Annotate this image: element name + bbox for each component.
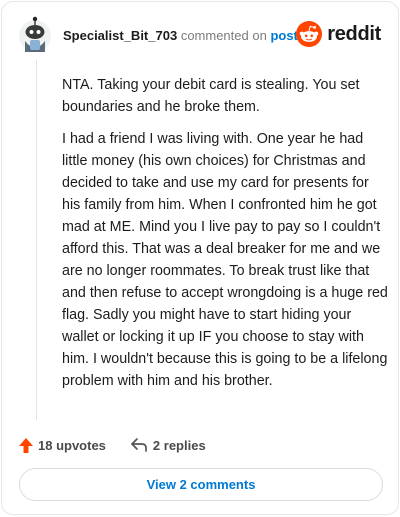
username-link[interactable]: Specialist_Bit_703 xyxy=(63,28,177,43)
reddit-snoo-icon xyxy=(296,21,323,47)
upvote-button[interactable]: 18 upvotes xyxy=(18,437,106,454)
reddit-logo[interactable]: reddit xyxy=(296,21,381,47)
comment-body: NTA. Taking your debit card is stealing.… xyxy=(62,74,390,402)
comment-paragraph: I had a friend I was living with. One ye… xyxy=(62,131,388,389)
comment-byline: Specialist_Bit_703 commented on post xyxy=(63,28,298,43)
action-text: commented on xyxy=(180,28,267,43)
snoo-avatar-icon xyxy=(19,16,51,52)
replies-button[interactable]: 2 replies xyxy=(130,437,206,453)
upvotes-count: 18 upvotes xyxy=(38,437,106,453)
user-avatar[interactable] xyxy=(18,16,54,54)
replies-count: 2 replies xyxy=(152,437,206,453)
view-comments-label: View 2 comments xyxy=(146,477,256,492)
comment-card: Specialist_Bit_703 commented on post red… xyxy=(1,1,399,515)
reddit-wordmark: reddit xyxy=(327,22,381,45)
post-link[interactable]: post xyxy=(270,28,297,43)
comment-paragraph: NTA. Taking your debit card is stealing.… xyxy=(62,77,360,115)
reply-arrow-icon xyxy=(131,438,147,452)
comment-actions: 18 upvotes 2 replies xyxy=(18,434,206,456)
upvote-arrow-icon xyxy=(19,437,33,453)
view-comments-button[interactable]: View 2 comments xyxy=(19,468,383,501)
thread-line xyxy=(36,60,37,420)
comment-header: Specialist_Bit_703 commented on post red… xyxy=(18,16,382,56)
